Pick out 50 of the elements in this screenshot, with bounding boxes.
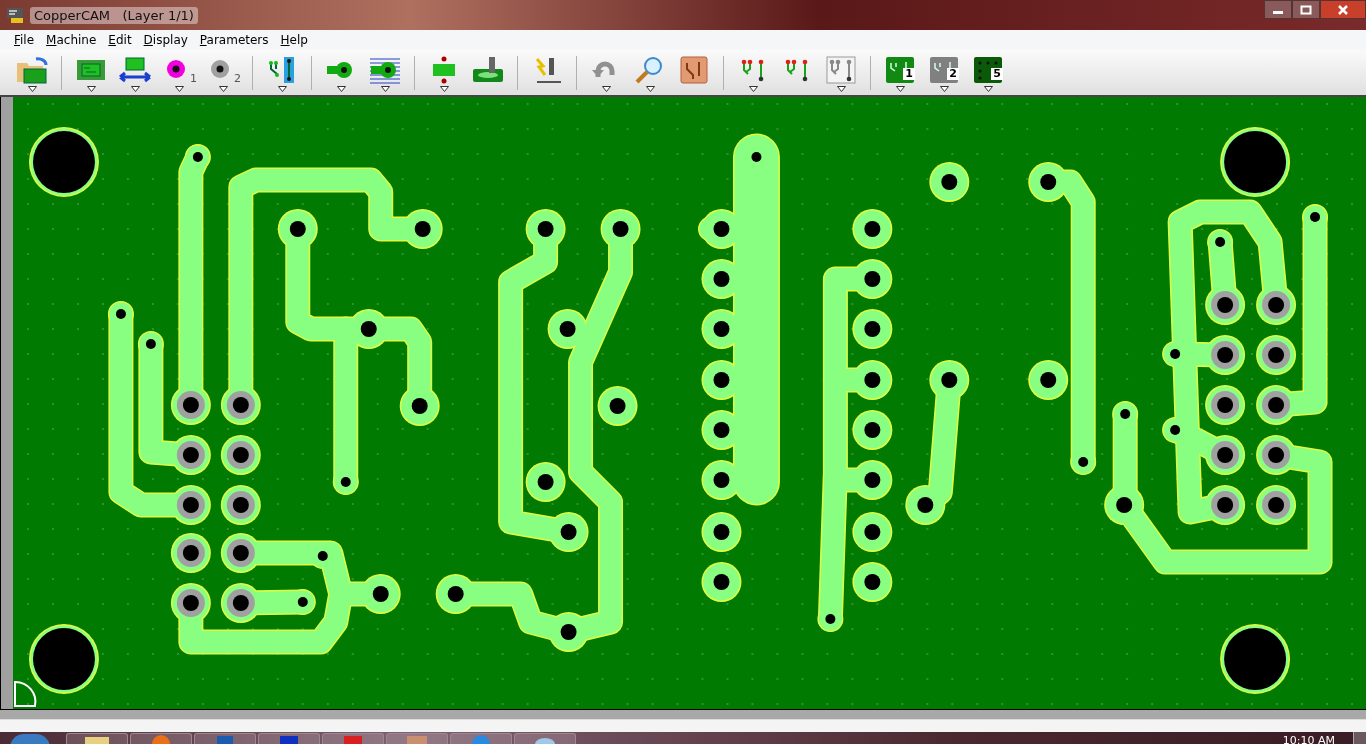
menu-item[interactable]: Help	[274, 33, 314, 47]
dropdown-arrow-icon	[748, 85, 758, 92]
app-icon	[6, 6, 24, 24]
horizontal-scrollbar[interactable]	[0, 709, 1366, 719]
window-title: CopperCAM (Layer 1/1)	[30, 6, 198, 24]
toolbar-button[interactable]: 1	[161, 52, 197, 93]
dropdown-arrow-icon	[336, 85, 346, 92]
toolbar-button[interactable]: 2	[926, 52, 962, 93]
milling-tool-icon	[470, 54, 506, 85]
show-desktop-button[interactable]	[1353, 732, 1366, 744]
toolbar-number: 2	[234, 71, 241, 85]
framed-tracks-icon	[823, 54, 859, 85]
origin-icon	[14, 681, 37, 707]
dropdown-arrow-icon	[277, 85, 287, 92]
dropdown-arrow-icon	[86, 85, 96, 92]
dropdown-arrow-icon	[836, 85, 846, 92]
maximize-button[interactable]	[1292, 0, 1320, 19]
taskbar-button[interactable]	[258, 733, 320, 744]
menu-item[interactable]: Machine	[40, 33, 103, 47]
menu-item[interactable]: File	[8, 33, 41, 47]
folder-board-icon	[14, 54, 50, 85]
dropdown-arrow-icon	[130, 85, 140, 92]
board-arrows-icon	[117, 54, 153, 85]
folder-icon	[83, 734, 111, 744]
dropdown-arrow-icon	[174, 85, 184, 92]
dropdown-arrow-icon	[645, 85, 655, 92]
toolbar-button[interactable]: 2	[205, 52, 241, 93]
dropdown-arrow-icon	[27, 85, 37, 92]
toolbar-number: 1	[190, 71, 197, 85]
menu-item[interactable]: Edit	[102, 33, 138, 47]
toolbar-button[interactable]: 1	[882, 52, 918, 93]
dropdown-arrow-icon	[601, 85, 611, 92]
menu-item[interactable]: Display	[137, 33, 194, 47]
taskbar-button[interactable]	[514, 733, 576, 744]
taskbar-button[interactable]	[66, 733, 128, 744]
toolbar-button[interactable]: 5	[970, 52, 1006, 93]
maximize-icon	[1300, 4, 1312, 15]
dropdown-arrow-icon	[895, 85, 905, 92]
clock: 10:10 AM	[1282, 734, 1335, 744]
dropdown-arrow-icon	[439, 85, 449, 92]
close-button[interactable]	[1320, 0, 1366, 19]
dropdown-arrow-icon	[380, 85, 390, 92]
close-icon	[1337, 4, 1349, 15]
start-button[interactable]	[10, 734, 50, 744]
dropdown-arrow-icon	[939, 85, 949, 92]
minimize-button[interactable]	[1264, 0, 1292, 19]
dropdown-arrow-icon	[218, 85, 228, 92]
minimize-icon	[1273, 11, 1283, 14]
dropdown-arrow-icon	[983, 85, 993, 92]
menu-item[interactable]: Parameters	[193, 33, 275, 47]
